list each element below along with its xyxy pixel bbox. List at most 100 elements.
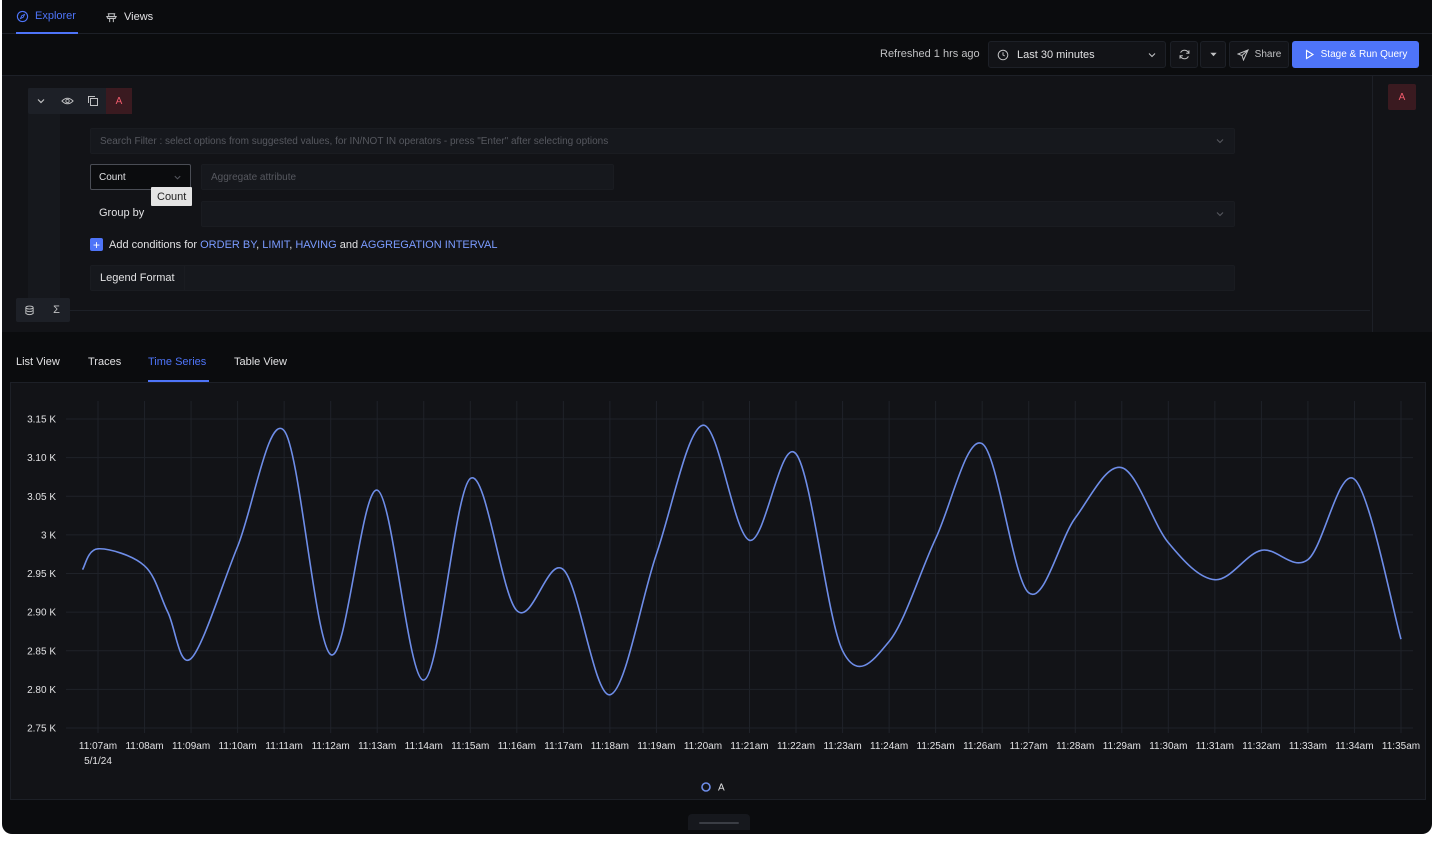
resize-handle[interactable] <box>688 814 750 830</box>
query-builder: A A Search Filter : select options from … <box>2 76 1432 332</box>
time-range-select[interactable]: Last 30 minutes <box>988 41 1166 68</box>
x-tick-label: 11:13am <box>358 741 396 752</box>
clock-icon <box>997 49 1009 60</box>
x-tick-label: 11:31am <box>1196 741 1234 752</box>
y-tick-label: 2.90 K <box>27 608 56 619</box>
x-tick-label: 11:35am <box>1382 741 1420 752</box>
query-controls: A <box>28 88 132 114</box>
plus-icon[interactable]: + <box>90 238 103 251</box>
aggregate-operator-value: Count <box>99 171 126 183</box>
view-tabs: List View Traces Time Series Table View <box>2 332 1432 382</box>
chevron-down-icon <box>174 175 181 180</box>
query-letter[interactable]: A <box>106 88 132 114</box>
x-tick-label: 11:34am <box>1335 741 1373 752</box>
eye-icon <box>60 97 74 105</box>
x-tick-label: 11:28am <box>1056 741 1094 752</box>
x-tick-label: 11:09am <box>172 741 210 752</box>
x-tick-label: 11:26am <box>963 741 1001 752</box>
query-type-controls: Σ <box>16 298 70 322</box>
send-icon <box>1236 48 1249 61</box>
views-icon <box>106 12 117 22</box>
x-tick-label: 11:24am <box>870 741 908 752</box>
tab-views[interactable]: Views <box>105 0 153 34</box>
aggregate-attribute-placeholder: Aggregate attribute <box>211 171 297 183</box>
toggle-visibility-button[interactable] <box>54 88 80 114</box>
x-tick-label: 11:11am <box>265 741 302 752</box>
share-label: Share <box>1254 49 1282 60</box>
x-tick-label: 11:12am <box>312 741 350 752</box>
x-tick-label: 11:10am <box>219 741 257 752</box>
add-query-button[interactable] <box>16 298 43 322</box>
time-range-value: Last 30 minutes <box>1017 48 1095 61</box>
x-tick-label: 11:27am <box>1010 741 1048 752</box>
conditions-and: and <box>339 238 359 251</box>
aggregation-interval-link[interactable]: AGGREGATION INTERVAL <box>361 239 498 251</box>
add-conditions-row: + Add conditions for ORDER BY, LIMIT, HA… <box>90 238 497 251</box>
tab-views-label: Views <box>124 11 154 23</box>
copy-query-button[interactable] <box>80 88 106 114</box>
divider <box>60 310 1370 311</box>
tab-list-view[interactable]: List View <box>16 356 60 382</box>
top-nav: Explorer Views <box>2 0 1432 34</box>
x-tick-label: 11:20am <box>684 741 722 752</box>
database-icon <box>25 305 34 315</box>
tab-time-series[interactable]: Time Series <box>148 356 209 382</box>
group-by-select[interactable] <box>201 201 1235 227</box>
caret-down-icon <box>1209 52 1217 57</box>
conditions-separator: , <box>289 238 293 251</box>
legend-format-label: Legend Format <box>91 266 185 290</box>
x-tick-label: 11:25am <box>917 741 955 752</box>
compass-icon <box>16 10 29 22</box>
y-tick-label: 3.15 K <box>27 415 56 426</box>
refreshed-status: Refreshed 1 hrs ago <box>880 48 980 60</box>
series-line-a <box>81 424 1402 696</box>
x-tick-label: 11:16am <box>498 741 536 752</box>
add-formula-button[interactable]: Σ <box>43 298 70 322</box>
x-tick-label: 11:32am <box>1242 741 1280 752</box>
having-link[interactable]: HAVING <box>295 239 336 251</box>
time-series-chart: 11:07am 11:08am 11:09am 11:10am 11:11am 11:12… <box>27 401 1420 794</box>
stage-run-query-button[interactable]: Stage & Run Query <box>1292 41 1419 68</box>
conditions-prefix: Add conditions for <box>109 238 198 251</box>
conditions-separator: , <box>256 238 260 251</box>
tab-explorer-label: Explorer <box>35 10 76 22</box>
tab-traces[interactable]: Traces <box>88 356 121 382</box>
limit-link[interactable]: LIMIT <box>262 239 289 251</box>
y-tick-label: 3.05 K <box>27 492 56 503</box>
x-tick-label: 11:18am <box>591 741 629 752</box>
play-icon <box>1305 49 1314 60</box>
search-filter-placeholder: Search Filter : select options from sugg… <box>100 135 609 147</box>
run-label: Stage & Run Query <box>1320 49 1408 60</box>
query-rail <box>28 88 60 304</box>
search-filter-input[interactable]: Search Filter : select options from sugg… <box>90 128 1235 154</box>
x-tick-label: 11:14am <box>405 741 443 752</box>
legend-label: A <box>718 783 725 794</box>
aggregate-attribute-input[interactable]: Aggregate attribute <box>201 164 614 190</box>
legend-format-input[interactable]: Legend Format <box>90 265 1235 291</box>
divider <box>1372 76 1373 332</box>
share-button[interactable]: Share <box>1229 41 1289 68</box>
x-tick-label: 11:23am <box>823 741 861 752</box>
x-tick-label: 11:29am <box>1103 741 1141 752</box>
x-tick-label: 11:33am <box>1289 741 1327 752</box>
tab-table-view[interactable]: Table View <box>234 356 287 382</box>
query-toolbar: Refreshed 1 hrs ago Last 30 minutes Shar… <box>2 34 1432 76</box>
refresh-options-button[interactable] <box>1200 41 1226 68</box>
order-by-link[interactable]: ORDER BY <box>200 239 256 251</box>
refresh-icon <box>1179 49 1189 60</box>
x-tick-label: 11:21am <box>730 741 768 752</box>
chevron-down-icon <box>1216 212 1224 217</box>
x-tick-label: 11:07am <box>79 741 117 752</box>
refresh-button[interactable] <box>1170 41 1198 68</box>
formula-letter-badge[interactable]: A <box>1388 84 1416 110</box>
collapse-button[interactable] <box>28 88 54 114</box>
tab-explorer[interactable]: Explorer <box>16 0 78 34</box>
app-window: Explorer Views Refreshed 1 hrs ago Last … <box>2 0 1432 834</box>
chevron-down-icon <box>1216 139 1224 144</box>
group-by-label: Group by <box>99 207 145 219</box>
count-tooltip: Count <box>151 187 193 206</box>
time-series-panel: 11:07am 11:08am 11:09am 11:10am 11:11am 11:12… <box>10 382 1426 800</box>
y-tick-label: 2.80 K <box>27 685 56 696</box>
legend-marker <box>701 782 711 792</box>
x-tick-label: 11:17am <box>544 741 582 752</box>
